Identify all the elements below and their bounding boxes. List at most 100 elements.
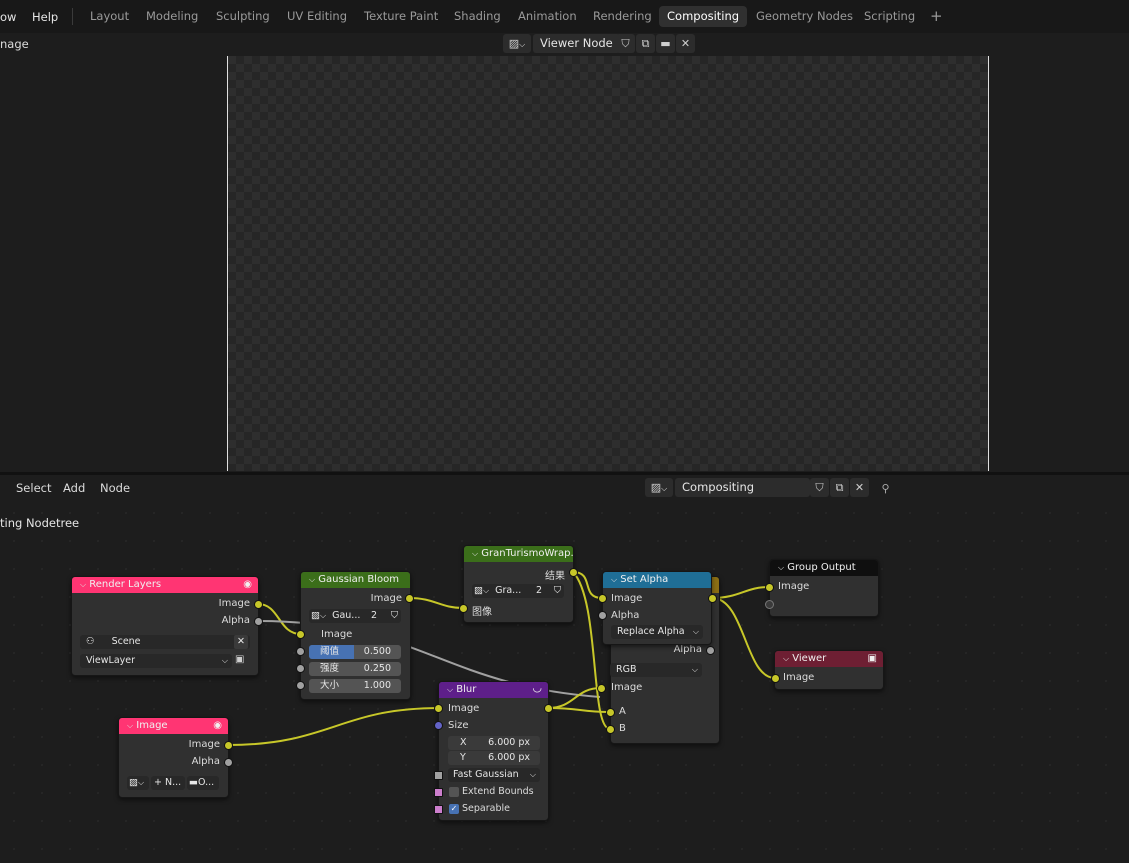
image-browse-button[interactable]: ▨⌵ bbox=[127, 776, 149, 790]
mix-a-input-socket[interactable] bbox=[606, 708, 615, 717]
open-image-label: O... bbox=[197, 777, 215, 788]
set-alpha-alpha-input-socket[interactable] bbox=[598, 611, 607, 620]
set-alpha-mode-dropdown[interactable]: Replace Alpha ⌵ bbox=[611, 625, 703, 639]
gran-turismo-image-input-socket[interactable] bbox=[459, 604, 468, 613]
bloom-user-count[interactable]: 2 bbox=[371, 609, 377, 623]
node-tree-icon: ▨ bbox=[311, 610, 320, 621]
options-chevron-icon[interactable]: ◡ bbox=[532, 680, 542, 696]
render-layers-image-output-label: Image bbox=[218, 598, 250, 609]
eye-icon[interactable]: ◉ bbox=[213, 718, 222, 734]
collapse-icon[interactable]: ⌵ bbox=[447, 685, 453, 694]
mix-alpha-output-socket[interactable] bbox=[706, 646, 715, 655]
render-layers-alpha-output-label: Alpha bbox=[221, 615, 250, 626]
set-alpha-image-input-label: Image bbox=[611, 593, 643, 604]
gran-turismo-group-selector[interactable]: ▨⌵ Gra... 2 ⛉ bbox=[472, 584, 564, 598]
view-layer-selector[interactable]: ViewLayer ⌵ bbox=[80, 654, 232, 668]
size-value: 1.000 bbox=[363, 680, 391, 691]
viewer-header[interactable]: ⌵ Viewer ▣ bbox=[775, 651, 883, 667]
separable-checkbox[interactable]: ✓ bbox=[449, 804, 459, 814]
bloom-threshold-socket[interactable] bbox=[296, 647, 305, 656]
mix-blend-dropdown[interactable]: RGB ⌵ bbox=[610, 663, 702, 677]
collapse-icon[interactable]: ⌵ bbox=[127, 721, 133, 730]
bloom-image-output-socket[interactable] bbox=[405, 594, 414, 603]
gran-turismo-result-socket[interactable] bbox=[569, 568, 578, 577]
shield-icon[interactable]: ⛉ bbox=[554, 584, 561, 598]
image-node-image-socket[interactable] bbox=[224, 741, 233, 750]
threshold-field[interactable]: 阈值 0.500 bbox=[309, 645, 401, 659]
gran-turismo-user-count[interactable]: 2 bbox=[536, 584, 542, 598]
collapse-icon[interactable]: ⌵ bbox=[611, 575, 617, 584]
group-output-node[interactable]: ⌵ Group Output Image bbox=[769, 559, 879, 617]
screen-icon[interactable]: ▣ bbox=[868, 651, 877, 667]
blur-separable-socket[interactable] bbox=[434, 805, 443, 814]
render-icon[interactable]: ▣ bbox=[235, 654, 244, 665]
mix-a-input-label: A bbox=[619, 706, 626, 717]
open-image-button[interactable]: ▬O... bbox=[187, 776, 219, 790]
collapse-icon[interactable]: ⌵ bbox=[80, 580, 86, 589]
threshold-value: 0.500 bbox=[363, 646, 391, 657]
image-node[interactable]: ⌵ Image ◉ Image Alpha ▨⌵ + N... ▬O... bbox=[118, 717, 229, 798]
separable-label: Separable bbox=[462, 803, 510, 814]
image-node-alpha-output-label: Alpha bbox=[191, 756, 220, 767]
close-icon[interactable]: ✕ bbox=[234, 635, 248, 649]
node-title: Set Alpha bbox=[620, 574, 669, 585]
gran-turismo-node[interactable]: ⌵ GranTurismoWrap... 结果 ▨⌵ Gra... 2 ⛉ 图像 bbox=[463, 545, 574, 623]
gran-turismo-header[interactable]: ⌵ GranTurismoWrap... bbox=[464, 546, 573, 562]
viewer-node[interactable]: ⌵ Viewer ▣ Image bbox=[774, 650, 884, 690]
blur-x-value: 6.000 px bbox=[488, 737, 530, 748]
bloom-group-selector[interactable]: ▨⌵ Gau... 2 ⛉ bbox=[309, 609, 401, 623]
set-alpha-image-input-socket[interactable] bbox=[598, 594, 607, 603]
bloom-image-input-socket[interactable] bbox=[296, 630, 305, 639]
blur-image-output-socket[interactable] bbox=[544, 704, 553, 713]
collapse-icon[interactable]: ⌵ bbox=[309, 575, 315, 584]
blur-header[interactable]: ⌵ Blur ◡ bbox=[439, 680, 548, 698]
view-layer-name: ViewLayer bbox=[86, 655, 136, 666]
blur-x-field[interactable]: X 6.000 px bbox=[448, 736, 540, 750]
mix-b-input-label: B bbox=[619, 723, 626, 734]
scene-selector[interactable]: ⚇ Scene ✕ bbox=[80, 635, 250, 649]
link-setalpha-to-viewer bbox=[711, 597, 776, 679]
chevron-down-icon: ⌵ bbox=[692, 627, 699, 636]
render-layers-alpha-socket[interactable] bbox=[254, 617, 263, 626]
group-output-header[interactable]: ⌵ Group Output bbox=[770, 560, 878, 576]
render-layers-image-socket[interactable] bbox=[254, 600, 263, 609]
node-tree-icon: ▨ bbox=[474, 585, 483, 596]
set-alpha-header[interactable]: ⌵ Set Alpha bbox=[603, 572, 711, 588]
image-node-alpha-socket[interactable] bbox=[224, 758, 233, 767]
blur-node[interactable]: ⌵ Blur ◡ Image Size X 6.000 px Y 6.000 p… bbox=[438, 681, 549, 821]
viewer-image-socket[interactable] bbox=[771, 674, 780, 683]
new-image-button[interactable]: + N... bbox=[151, 776, 185, 790]
blur-y-field[interactable]: Y 6.000 px bbox=[448, 751, 540, 765]
image-node-header[interactable]: ⌵ Image ◉ bbox=[119, 718, 228, 734]
blur-extend-bounds-socket[interactable] bbox=[434, 788, 443, 797]
bloom-intensity-socket[interactable] bbox=[296, 664, 305, 673]
extend-bounds-checkbox[interactable] bbox=[449, 787, 459, 797]
collapse-icon[interactable]: ⌵ bbox=[472, 549, 478, 558]
blur-filter-dropdown[interactable]: Fast Gaussian ⌵ bbox=[448, 768, 540, 782]
eye-icon[interactable]: ◉ bbox=[243, 577, 252, 593]
blur-image-input-socket[interactable] bbox=[434, 704, 443, 713]
group-output-image-socket[interactable] bbox=[765, 583, 774, 592]
render-layers-header[interactable]: ⌵ Render Layers ◉ bbox=[72, 577, 258, 593]
group-output-empty-socket[interactable] bbox=[765, 600, 774, 609]
gaussian-bloom-node[interactable]: ⌵ Gaussian Bloom Image ▨⌵ Gau... 2 ⛉ Ima… bbox=[300, 571, 411, 700]
node-title: GranTurismoWrap... bbox=[481, 548, 573, 559]
link-setalpha-to-groupoutput bbox=[711, 586, 770, 599]
shield-icon[interactable]: ⛉ bbox=[391, 609, 398, 623]
chevron-down-icon: ⌵ bbox=[137, 778, 145, 787]
mix-image-input-socket[interactable] bbox=[597, 684, 606, 693]
blur-size-input-label: Size bbox=[448, 720, 469, 731]
blur-filter-socket[interactable] bbox=[434, 771, 443, 780]
render-layers-node[interactable]: ⌵ Render Layers ◉ Image Alpha ⚇ Scene ✕ … bbox=[71, 576, 259, 676]
collapse-icon[interactable]: ⌵ bbox=[778, 563, 784, 572]
bloom-size-socket[interactable] bbox=[296, 681, 305, 690]
mix-b-input-socket[interactable] bbox=[606, 725, 615, 734]
gaussian-bloom-header[interactable]: ⌵ Gaussian Bloom bbox=[301, 572, 410, 588]
set-alpha-node[interactable]: ⌵ Set Alpha Image Alpha Replace Alpha ⌵ bbox=[602, 571, 712, 645]
intensity-field[interactable]: 强度 0.250 bbox=[309, 662, 401, 676]
extend-bounds-label: Extend Bounds bbox=[462, 786, 534, 797]
set-alpha-image-output-socket[interactable] bbox=[708, 594, 717, 603]
blur-size-input-socket[interactable] bbox=[434, 721, 443, 730]
collapse-icon[interactable]: ⌵ bbox=[783, 654, 789, 663]
size-field[interactable]: 大小 1.000 bbox=[309, 679, 401, 693]
